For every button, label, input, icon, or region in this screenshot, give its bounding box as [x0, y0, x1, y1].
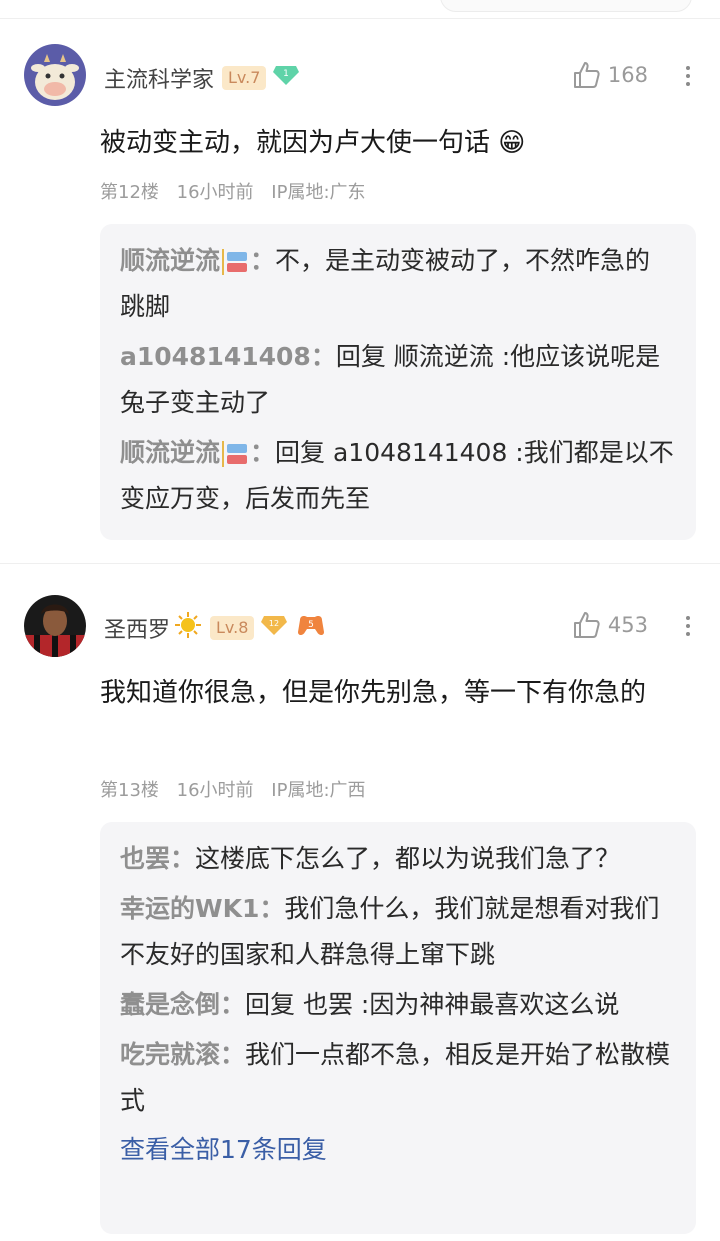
avatar[interactable] [24, 44, 86, 106]
reply-author: a1048141408 [120, 342, 311, 371]
sun-badge-icon [174, 611, 202, 645]
reply-author: 顺流逆流 [120, 246, 221, 275]
floor-number: 第13楼 [100, 780, 159, 801]
more-vertical-icon[interactable] [686, 612, 692, 640]
comment-meta: 第12楼 16小时前 IP属地:广东 [100, 178, 378, 204]
username-row: 主流科学家 Lv.7 1 [104, 62, 300, 94]
svg-text:12: 12 [269, 619, 279, 628]
timestamp: 16小时前 [176, 780, 254, 801]
reply-box[interactable]: 也罢：这楼底下怎么了，都以为说我们急了？ 幸运的WK1：我们急什么，我们就是想看… [100, 822, 696, 1234]
thumb-up-icon [573, 612, 600, 638]
reply-author: 也罢 [120, 844, 171, 873]
gem-icon: 12 [260, 614, 288, 642]
reply-item[interactable]: 也罢：这楼底下怎么了，都以为说我们急了？ [120, 836, 674, 882]
comment-text: 被动变主动，就因为卢大使一句话 😁 [100, 128, 526, 158]
more-vertical-icon[interactable] [686, 62, 692, 90]
view-all-replies-link[interactable]: 查看全部17条回复 [120, 1128, 674, 1172]
svg-text:1: 1 [284, 69, 290, 79]
timestamp: 16小时前 [176, 182, 254, 203]
comment-text: 我知道你很急，但是你先别急，等一下有你急的 [100, 678, 647, 708]
floor-number: 第12楼 [100, 182, 159, 203]
fan-badge-icon [222, 441, 248, 467]
grin-emoji-icon: 😁 [498, 128, 526, 158]
reply-box[interactable]: 顺流逆流 ：不，是主动变被动了，不然咋急的跳脚 a1048141408：回复 顺流… [100, 224, 696, 540]
like-button[interactable]: 168 [572, 60, 648, 90]
reply-author: 吃完就滚 [120, 1040, 221, 1069]
like-count: 168 [607, 63, 648, 87]
reply-text: 这楼底下怎么了，都以为说我们急了？ [195, 844, 621, 873]
username[interactable]: 主流科学家 [104, 62, 214, 94]
reply-item[interactable]: 顺流逆流 ：回复 a1048141408 :我们都是以不变应万变，后发而先至 [120, 430, 674, 522]
reply-author: 蠢是念倒 [120, 990, 221, 1019]
previous-comment-fragment [440, 0, 692, 12]
reply-item[interactable]: 吃完就滚：我们一点都不急，相反是开始了松散模式 [120, 1032, 674, 1124]
fan-badge-icon [222, 249, 248, 275]
divider [0, 563, 720, 564]
comment-meta: 第13楼 16小时前 IP属地:广西 [100, 776, 378, 802]
reply-item[interactable]: 幸运的WK1：我们急什么，我们就是想看对我们不友好的国家和人群急得上窜下跳 [120, 886, 674, 978]
username[interactable]: 圣西罗 [104, 612, 170, 644]
reply-item[interactable]: a1048141408：回复 顺流逆流 :他应该说呢是兔子变主动了 [120, 334, 674, 426]
ip-location: IP属地:广西 [271, 780, 366, 801]
game-badge-icon: 5 [296, 612, 326, 644]
divider [0, 18, 720, 19]
reply-text: 回复 也罢 :因为神神最喜欢这么说 [245, 990, 620, 1019]
level-badge: Lv.8 [210, 616, 255, 640]
level-badge: Lv.7 [222, 66, 267, 90]
like-button[interactable]: 453 [572, 610, 648, 640]
username-row: 圣西罗 Lv.8 12 5 [104, 611, 326, 645]
avatar[interactable] [24, 595, 86, 657]
reply-item[interactable]: 蠢是念倒：回复 也罢 :因为神神最喜欢这么说 [120, 982, 674, 1028]
gem-icon: 1 [272, 64, 300, 92]
reply-item[interactable]: 顺流逆流 ：不，是主动变被动了，不然咋急的跳脚 [120, 238, 674, 330]
reply-author: 幸运的WK1 [120, 894, 260, 923]
thumb-up-icon [573, 62, 600, 88]
svg-text:5: 5 [309, 620, 315, 630]
reply-author: 顺流逆流 [120, 438, 221, 467]
like-count: 453 [607, 613, 648, 637]
ip-location: IP属地:广东 [271, 182, 366, 203]
